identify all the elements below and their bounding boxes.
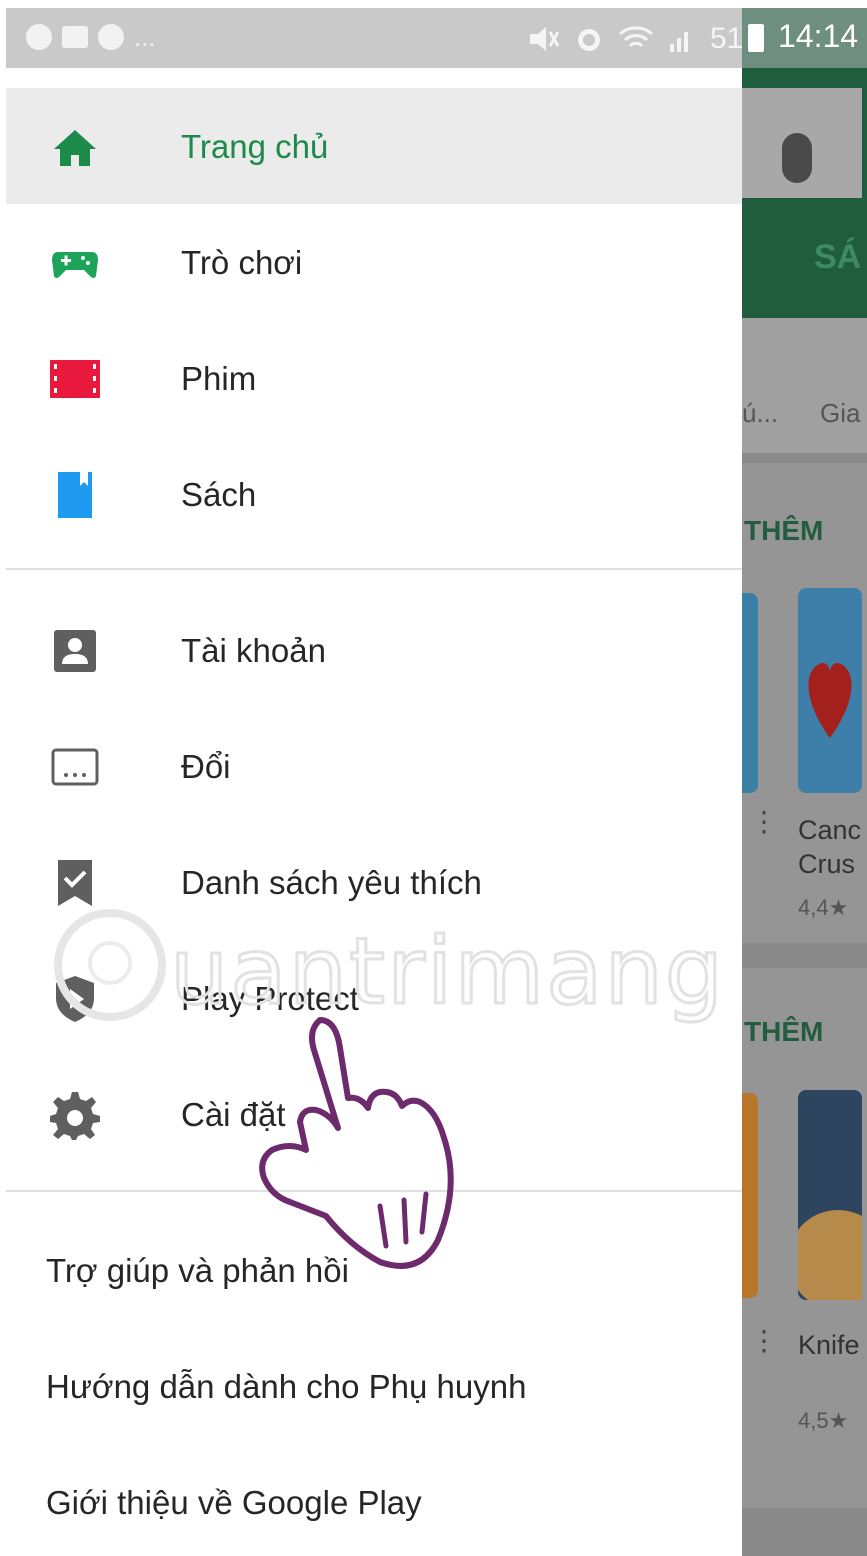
drawer-item-label: Play Protect	[181, 980, 359, 1017]
drawer-item-label: Trò chơi	[181, 244, 303, 281]
background-app-name: Knife	[798, 1330, 860, 1360]
drawer-item-label: Sách	[181, 476, 257, 513]
background-app-scrim[interactable]: SÁ ú... Gia THÊM ⋮ Canc Crus 4,4★ THÊM ⋮…	[742, 68, 867, 1556]
drawer-item-settings[interactable]: Cài đặt	[6, 1056, 742, 1172]
candy-crush-heart-icon	[808, 662, 852, 738]
background-category-label: Gia	[820, 398, 861, 428]
notification-icons: ...	[26, 24, 156, 50]
drawer-item-label: Phim	[181, 360, 257, 397]
wishlist-icon	[58, 860, 92, 906]
parent-guide-link[interactable]: Hướng dẫn dành cho Phụ huynh	[46, 1368, 526, 1406]
drawer-item-account[interactable]: Tài khoản	[6, 592, 742, 708]
background-more-link: THÊM	[744, 515, 824, 546]
background-app-tile	[742, 1093, 758, 1298]
background-category-label: ú...	[742, 398, 779, 428]
drawer-item-label: Tài khoản	[181, 632, 326, 669]
drawer-item-redeem[interactable]: Đổi	[6, 708, 742, 824]
viber-icon	[98, 24, 124, 50]
settings-gear-icon	[50, 1092, 100, 1140]
background-app-tile	[742, 593, 758, 793]
background-app-name: Canc Crus	[798, 815, 862, 879]
drawer-divider	[6, 1190, 742, 1192]
background-app-tile	[798, 588, 862, 793]
drawer-item-books[interactable]: Sách	[6, 436, 742, 552]
film-icon	[50, 360, 100, 398]
background-app-rating: 4,5★	[798, 1408, 849, 1433]
overflow-menu-icon: ⋮	[750, 1325, 778, 1356]
book-icon	[58, 472, 92, 518]
drawer-divider	[6, 568, 742, 570]
signal-icon	[670, 32, 688, 52]
gallery-icon	[62, 26, 88, 48]
alarm-icon	[578, 29, 600, 51]
background-more-link: THÊM	[744, 1016, 824, 1047]
background-category-row: ú... Gia	[742, 318, 867, 453]
background-app-card: THÊM ⋮ Canc Crus 4,4★	[742, 463, 867, 943]
notification-app-icon	[26, 24, 52, 50]
home-icon	[54, 130, 96, 166]
system-icons: 51%	[526, 22, 770, 56]
navigation-drawer: Trang chủ Trò chơi Phim Sách Tài khoản Đ…	[6, 68, 742, 1556]
drawer-item-movies[interactable]: Phim	[6, 320, 742, 436]
knife-game-icon	[788, 1210, 867, 1310]
drawer-item-label: Cài đặt	[181, 1096, 286, 1133]
background-header: SÁ	[742, 68, 867, 318]
background-tab-label: SÁ	[814, 238, 862, 276]
drawer-item-label: Trang chủ	[181, 128, 329, 165]
wifi-icon	[619, 26, 653, 48]
battery-icon	[748, 24, 764, 52]
mute-icon	[530, 27, 560, 51]
account-icon	[54, 630, 96, 672]
gamepad-icon	[52, 252, 98, 278]
drawer-item-home[interactable]: Trang chủ	[6, 88, 742, 204]
background-app-rating: 4,4★	[798, 895, 849, 920]
microphone-icon	[782, 133, 812, 183]
drawer-item-wishlist[interactable]: Danh sách yêu thích	[6, 824, 742, 940]
drawer-item-play-protect[interactable]: Play Protect	[6, 940, 742, 1056]
help-feedback-link[interactable]: Trợ giúp và phản hồi	[46, 1252, 349, 1290]
drawer-item-label: Danh sách yêu thích	[181, 864, 482, 901]
background-search-bar	[742, 88, 862, 198]
clock: 14:14	[778, 18, 859, 54]
background-app-tile	[788, 1090, 867, 1310]
background-app-card: THÊM ⋮ Knife 4,5★	[742, 968, 867, 1508]
overflow-menu-icon: ⋮	[750, 806, 778, 837]
about-google-play-link[interactable]: Giới thiệu về Google Play	[46, 1484, 422, 1522]
more-notifications-ellipsis: ...	[134, 22, 156, 52]
play-protect-icon	[56, 976, 94, 1022]
drawer-item-label: Đổi	[181, 748, 231, 785]
redeem-icon	[51, 748, 99, 786]
status-bar: ... 51%	[6, 8, 770, 68]
drawer-item-games[interactable]: Trò chơi	[6, 204, 742, 320]
